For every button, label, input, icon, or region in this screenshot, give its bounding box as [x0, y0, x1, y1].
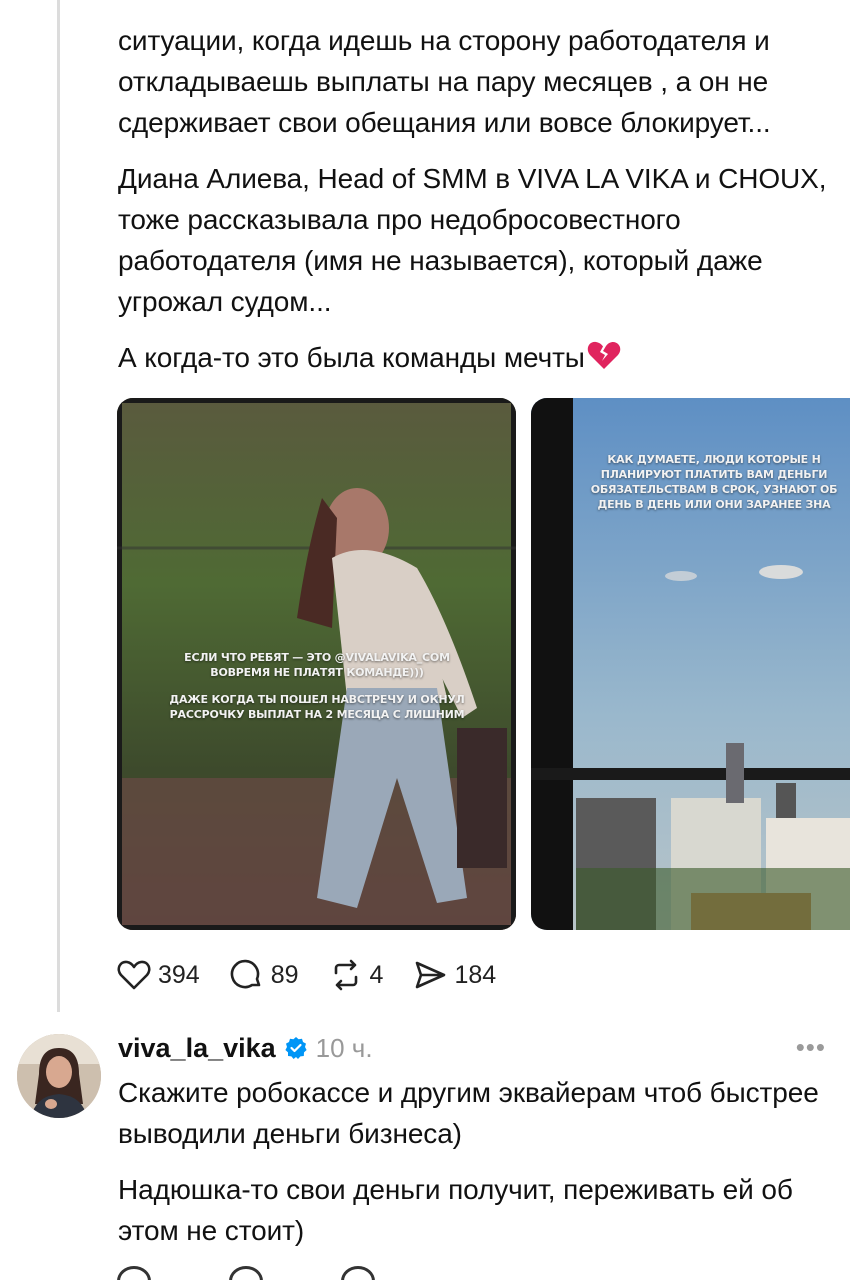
story-caption-2-line-2: ПЛАНИРУЮТ ПЛАТИТЬ ВАМ ДЕНЬГИ	[600, 468, 828, 481]
story-caption-1: ЕСЛИ ЧТО РЕБЯТ — ЭТО @VIVALAVIKA_COM ВОВ…	[127, 650, 507, 722]
share-count: 184	[454, 960, 497, 989]
post-paragraph-2: Диана Алиева, Head of SMM в VIVA LA VIKA…	[118, 163, 827, 317]
story-caption-1-line-4: ДАЖЕ КОГДА ТЫ ПОШЕЛ НАВСТРЕЧУ И ОКНУЛ	[169, 693, 465, 706]
repost-button[interactable]: 4	[329, 958, 384, 992]
heart-icon[interactable]	[117, 1266, 151, 1280]
post-actions: 394 89 4 184	[117, 955, 526, 995]
post-paragraph-3: А когда-то это была команды мечты	[118, 337, 833, 382]
like-button[interactable]: 394	[117, 958, 200, 992]
verified-badge-icon	[285, 1037, 307, 1059]
repost-icon[interactable]	[341, 1266, 375, 1280]
reply-body: Скажите робокассе и другим эквайерам что…	[118, 1072, 833, 1266]
repost-icon	[334, 959, 357, 991]
reply-header: viva_la_vika 10 ч.	[118, 1030, 373, 1066]
send-icon	[416, 961, 446, 989]
heart-icon	[117, 960, 151, 990]
story-caption-2-line-4: ДЕНЬ В ДЕНЬ ИЛИ ОНИ ЗАРАНЕЕ ЗНА	[597, 498, 831, 511]
like-count: 394	[158, 960, 200, 989]
post-paragraph-1: ситуации, когда идешь на сторону работод…	[118, 25, 771, 138]
story-caption-2-line-1: КАК ДУМАЕТЕ, ЛЮДИ КОТОРЫЕ Н	[607, 453, 821, 466]
reply-time: 10 ч.	[315, 1032, 373, 1063]
story-caption-1-line-3	[127, 680, 507, 692]
media-carousel[interactable]: ЕСЛИ ЧТО РЕБЯТ — ЭТО @VIVALAVIKA_COM ВОВ…	[117, 398, 850, 930]
story-caption-1-line-1: ЕСЛИ ЧТО РЕБЯТ — ЭТО @VIVALAVIKA_COM	[184, 651, 450, 664]
story-caption-2-line-3: ОБЯЗАТЕЛЬСТВАМ В СРОК, УЗНАЮТ ОБ	[590, 483, 838, 496]
reply-username[interactable]: viva_la_vika	[118, 1033, 276, 1064]
story-image-1[interactable]: ЕСЛИ ЧТО РЕБЯТ — ЭТО @VIVALAVIKA_COM ВОВ…	[117, 398, 516, 930]
thread-line	[57, 0, 60, 1012]
share-button[interactable]: 184	[413, 958, 496, 992]
post-text: ситуации, когда идешь на сторону работод…	[118, 20, 833, 397]
comment-button[interactable]: 89	[230, 958, 299, 992]
reply-actions-partial	[117, 1266, 453, 1280]
more-options-icon[interactable]: •••	[796, 1032, 826, 1063]
reply-paragraph-1: Скажите робокассе и другим эквайерам что…	[118, 1077, 819, 1149]
avatar[interactable]	[17, 1034, 101, 1118]
reply-paragraph-2: Надюшка-то свои деньги получит, пережива…	[118, 1174, 793, 1246]
comment-icon[interactable]	[229, 1266, 263, 1280]
story-caption-2: КАК ДУМАЕТЕ, ЛЮДИ КОТОРЫЕ Н ПЛАНИРУЮТ ПЛ…	[549, 452, 850, 512]
story-image-2[interactable]: КАК ДУМАЕТЕ, ЛЮДИ КОТОРЫЕ Н ПЛАНИРУЮТ ПЛ…	[531, 398, 850, 930]
comment-icon	[230, 959, 261, 989]
story-caption-1-line-2: ВОВРЕМЯ НЕ ПЛАТЯТ КОМАНДЕ)))	[210, 666, 424, 679]
repost-count: 4	[369, 960, 384, 989]
post-paragraph-3-text: А когда-то это была команды мечты	[118, 342, 585, 373]
comment-count: 89	[270, 960, 299, 989]
broken-heart-icon	[587, 339, 621, 382]
story-caption-1-line-5: РАССРОЧКУ ВЫПЛАТ НА 2 МЕСЯЦА С ЛИШНИМ	[169, 708, 465, 721]
